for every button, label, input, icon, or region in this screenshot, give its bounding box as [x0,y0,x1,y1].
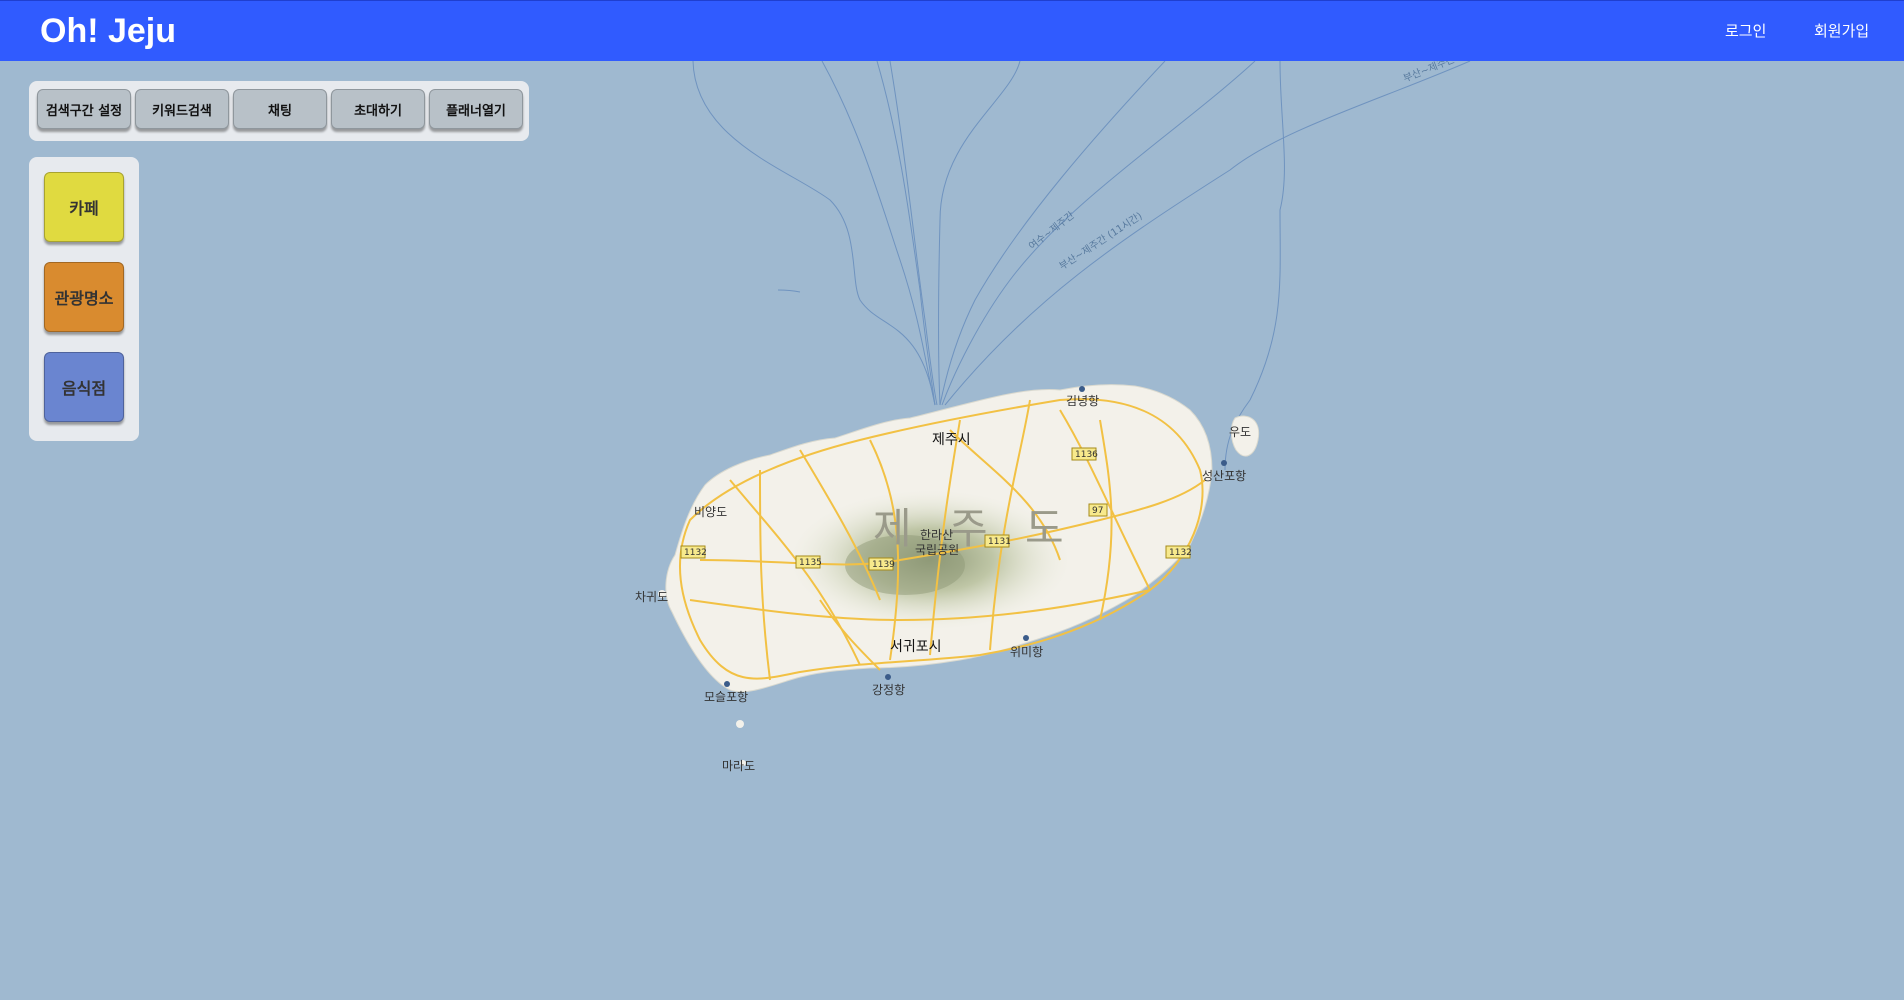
invite-button[interactable]: 초대하기 [331,89,425,129]
category-panel: 카페 관광명소 음식점 [29,157,139,441]
island-label: 제 주 도 [873,504,1076,553]
brand-logo[interactable]: Oh! Jeju [40,13,176,49]
search-range-button[interactable]: 검색구간 설정 [37,89,131,129]
signup-link[interactable]: 회원가입 [1814,22,1869,40]
map-view[interactable]: 여수~제주간 부산~제주간 (11시간) 부산~제주간 제 주 도 제주시 서귀… [0,61,1904,1000]
svg-text:1136: 1136 [1075,450,1098,460]
park-national: 국립공원 [915,543,959,557]
island-marado: 마라도 [722,759,755,773]
top-navbar: Oh! Jeju 로그인 회원가입 [0,0,1904,61]
city-jeju: 제주시 [932,432,971,448]
search-toolbar: 검색구간 설정 키워드검색 채팅 초대하기 플래너열기 [29,81,529,141]
road-shield-1136: 1136 [1071,447,1098,461]
island-biyangdo: 비양도 [694,505,727,519]
park-halla: 한라산 [920,528,953,542]
svg-text:1139: 1139 [872,560,895,570]
svg-text:97: 97 [1092,506,1103,516]
island-udo: 우도 [1229,425,1251,439]
port-moseulpo: 모슬포항 [704,690,748,704]
keyword-search-button[interactable]: 키워드검색 [135,89,229,129]
svg-text:1132: 1132 [684,548,707,558]
svg-text:1135: 1135 [799,558,822,568]
island-chagwido: 차귀도 [635,590,668,604]
road-shield-1132-west: 1132 [680,545,707,559]
svg-text:1132: 1132 [1169,548,1192,558]
city-seogwipo: 서귀포시 [890,639,942,655]
port-seongsan: 성산포항 [1202,469,1246,483]
category-attraction-button[interactable]: 관광명소 [44,262,124,332]
open-planner-button[interactable]: 플래너열기 [429,89,523,129]
road-shield-97: 97 [1088,503,1108,517]
road-shield-1139: 1139 [868,557,895,571]
category-cafe-button[interactable]: 카페 [44,172,124,242]
port-gimnyeong: 김녕항 [1066,394,1099,408]
port-wimi: 위미항 [1010,645,1043,659]
chat-button[interactable]: 채팅 [233,89,327,129]
svg-text:1131: 1131 [988,537,1011,547]
login-link[interactable]: 로그인 [1725,22,1766,40]
road-shield-1135: 1135 [795,555,822,569]
road-shield-1132-east: 1132 [1165,545,1192,559]
port-gangjeong: 강정항 [872,683,905,697]
category-restaurant-button[interactable]: 음식점 [44,352,124,422]
road-shield-1131: 1131 [984,534,1011,548]
